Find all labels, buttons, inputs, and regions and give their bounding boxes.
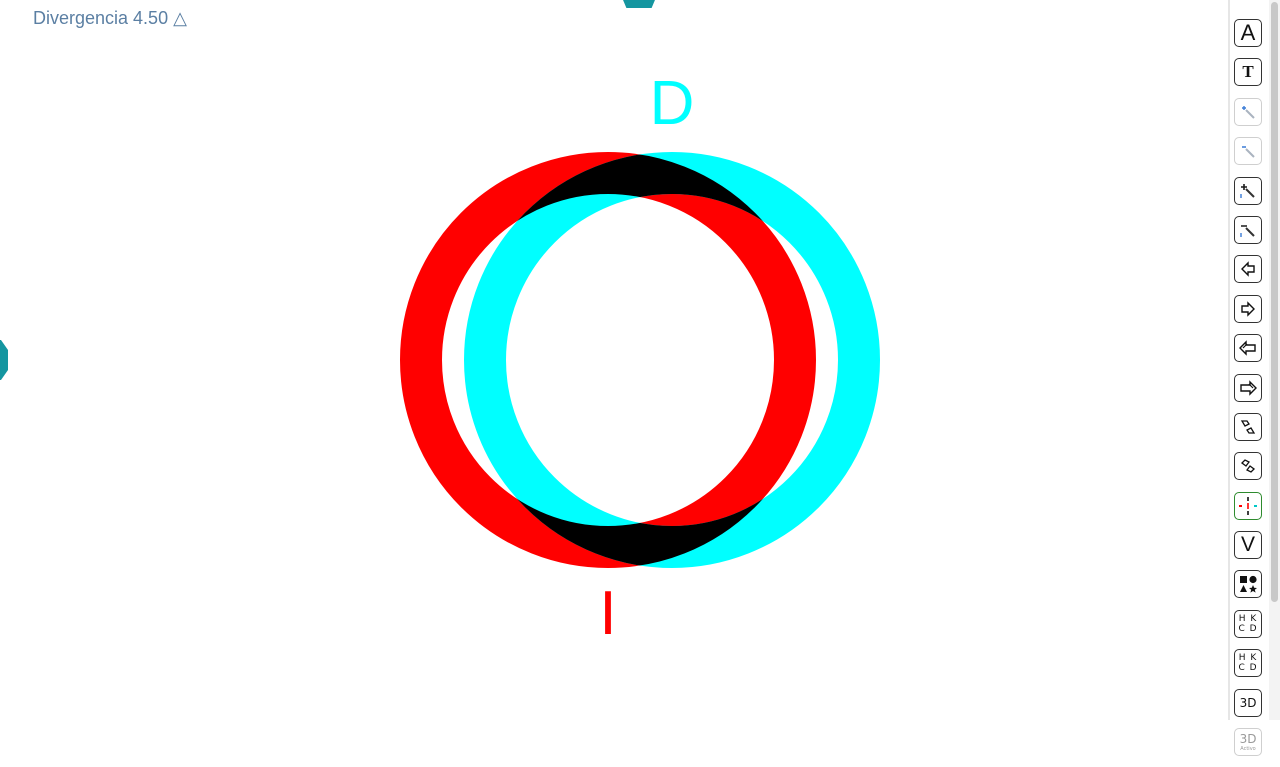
toolbar-divider [1228, 0, 1230, 720]
three-d-active-icon: 3D [1239, 731, 1257, 746]
page-scrollbar[interactable] [1269, 0, 1280, 720]
letter-v-icon: V [1240, 533, 1255, 557]
double-arrow-right-icon [1240, 379, 1257, 396]
move-right-double-button[interactable] [1234, 373, 1262, 402]
shapes-icon [1240, 576, 1257, 594]
cross-target-button[interactable] [1234, 491, 1262, 520]
move-left-double-button[interactable] [1234, 334, 1262, 363]
three-d-icon: 3D [1239, 695, 1257, 710]
anaglyph-rings: D I [400, 69, 880, 648]
letters-chart-button[interactable]: H K C D [1234, 609, 1262, 638]
letter-t-icon: T [1242, 62, 1254, 82]
zoom-in-fine-button[interactable] [1234, 176, 1262, 205]
diagonal-arrows-down-icon [1240, 420, 1256, 434]
vertical-button[interactable]: V [1234, 531, 1262, 560]
three-d-active-caption: Activo [1240, 745, 1256, 752]
zoom-out-fine-button[interactable] [1234, 215, 1262, 244]
move-left-button[interactable] [1234, 255, 1262, 284]
move-right-button[interactable] [1234, 294, 1262, 323]
letter-a-icon: A [1240, 20, 1256, 45]
letters-chart-icon: H K C D [1238, 613, 1258, 634]
arrow-left-icon [1241, 261, 1255, 278]
three-d-button[interactable]: 3D [1234, 688, 1262, 717]
stereo-canvas: Divergencia 4.50 △ D I [0, 0, 1228, 720]
diagonal-up-button[interactable] [1234, 452, 1262, 481]
zoom-in-icon [1242, 105, 1255, 119]
arrow-right-icon [1241, 301, 1255, 317]
letters-chart-alt-icon: H K C D [1238, 653, 1258, 674]
letters-chart-alt-button[interactable]: H K C D [1234, 649, 1262, 678]
zoom-out-minus-icon [1240, 225, 1255, 237]
diagonal-down-button[interactable] [1234, 412, 1262, 441]
zoom-out-button[interactable] [1234, 137, 1262, 166]
diagonal-arrows-up-icon [1241, 459, 1255, 474]
cross-target-icon [1239, 496, 1257, 515]
zoom-out-icon [1242, 146, 1255, 158]
double-arrow-left-icon [1239, 340, 1256, 356]
scrollbar-thumb[interactable] [1271, 2, 1278, 602]
zoom-in-button[interactable] [1234, 97, 1262, 126]
three-d-active-button[interactable]: 3D Activo [1234, 728, 1262, 757]
right-eye-letter: D [650, 69, 695, 138]
tool-panel: A T V H K C D H K C D 3D 3D Activo [1234, 19, 1264, 767]
zoom-in-plus-icon [1240, 183, 1255, 198]
shapes-button[interactable] [1234, 570, 1262, 599]
left-eye-letter: I [599, 579, 616, 648]
font-size-button[interactable]: A [1234, 19, 1262, 47]
text-button[interactable]: T [1234, 58, 1262, 87]
